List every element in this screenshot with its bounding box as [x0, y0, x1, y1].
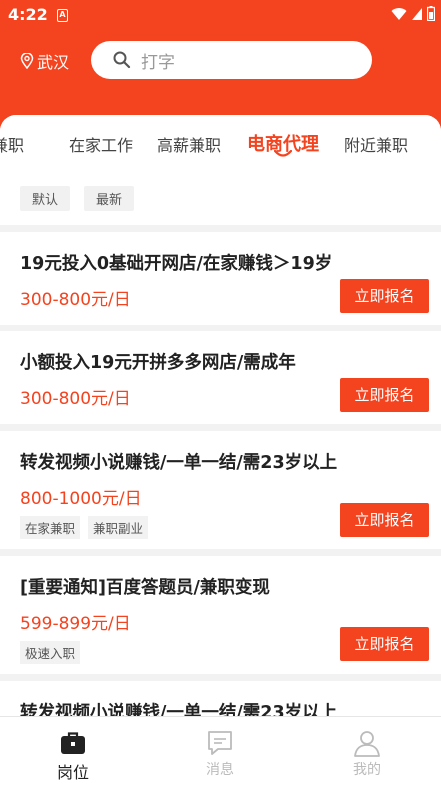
job-tags: 在家兼职 兼职副业: [20, 516, 149, 539]
job-title: 小额投入19元开拼多多网店/需成年: [20, 353, 296, 373]
apply-button[interactable]: 立即报名: [340, 503, 429, 537]
apply-button[interactable]: 立即报名: [340, 279, 429, 313]
notification-a-icon: A: [57, 9, 68, 22]
location-city: 武汉: [37, 53, 70, 72]
sort-latest[interactable]: 最新: [84, 186, 135, 211]
apply-button[interactable]: 立即报名: [340, 627, 429, 661]
job-title: 转发视频小说赚钱/一单一结/需23岁以上: [20, 453, 338, 473]
job-tag: 兼职副业: [88, 516, 149, 539]
tab-work-from-home[interactable]: 在家工作: [69, 132, 133, 156]
tabs-bar: 兼职 在家工作 高薪兼职 电商代理 附近兼职 默认 最新: [0, 115, 441, 225]
job-title: 19元投入0基础开网店/在家赚钱＞19岁: [20, 254, 333, 274]
search-placeholder: 打字: [141, 52, 175, 73]
search-input[interactable]: 打字: [91, 41, 372, 79]
job-title: [重要通知]百度答题员/兼职变现: [20, 578, 270, 598]
nav-jobs[interactable]: 岗位: [23, 727, 123, 783]
sort-options: 默认 最新: [20, 186, 135, 211]
status-time: 4:22: [8, 5, 48, 24]
tab-high-pay[interactable]: 高薪兼职: [157, 132, 221, 156]
job-tags: 极速入职: [20, 641, 81, 664]
job-card[interactable]: 19元投入0基础开网店/在家赚钱＞19岁 300-800元/日 立即报名: [0, 232, 441, 325]
bottom-navigation: 岗位 消息 我的: [0, 716, 441, 785]
briefcase-icon: [61, 732, 85, 754]
battery-icon: [427, 6, 435, 21]
tab-nearby[interactable]: 附近兼职: [344, 132, 408, 156]
sort-default[interactable]: 默认: [20, 186, 71, 211]
message-icon: [208, 731, 232, 755]
search-icon: [113, 51, 131, 69]
nav-messages-label: 消息: [206, 762, 234, 778]
main-content: 兼职 在家工作 高薪兼职 电商代理 附近兼职 默认 最新 19元投入0基础开网店…: [0, 115, 441, 785]
job-tag: 在家兼职: [20, 516, 81, 539]
active-tab-indicator: [274, 150, 292, 157]
job-salary: 800-1000元/日: [20, 489, 142, 509]
nav-messages[interactable]: 消息: [170, 727, 270, 779]
apply-button[interactable]: 立即报名: [340, 378, 429, 412]
signal-icon: [412, 7, 422, 20]
job-salary: 599-899元/日: [20, 614, 131, 634]
tab-part-time[interactable]: 兼职: [0, 132, 24, 156]
location-selector[interactable]: 武汉: [20, 49, 69, 73]
nav-profile[interactable]: 我的: [317, 727, 417, 779]
user-icon: [354, 731, 380, 757]
job-card[interactable]: 转发视频小说赚钱/一单一结/需23岁以上 800-1000元/日 在家兼职 兼职…: [0, 431, 441, 549]
job-card[interactable]: 小额投入19元开拼多多网店/需成年 300-800元/日 立即报名: [0, 331, 441, 424]
nav-profile-label: 我的: [353, 762, 381, 778]
wifi-icon: [391, 7, 407, 20]
job-tag: 极速入职: [20, 641, 81, 664]
job-card[interactable]: [重要通知]百度答题员/兼职变现 599-899元/日 极速入职 立即报名: [0, 556, 441, 674]
status-bar: 4:22 A: [0, 0, 441, 30]
job-salary: 300-800元/日: [20, 290, 131, 310]
job-salary: 300-800元/日: [20, 389, 131, 409]
nav-jobs-label: 岗位: [56, 763, 89, 782]
location-pin-icon: [20, 53, 34, 69]
